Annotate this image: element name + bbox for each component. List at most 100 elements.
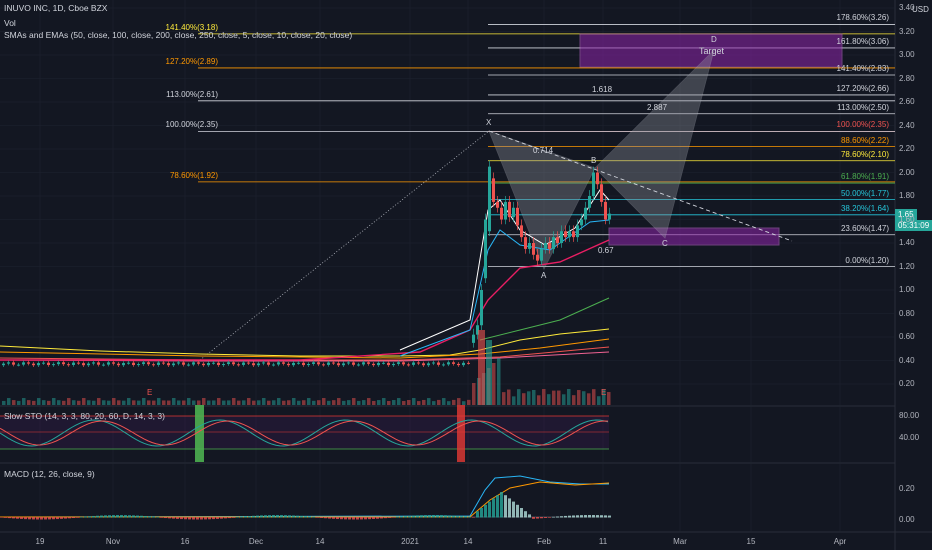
volume-bar — [407, 399, 411, 405]
chart-canvas[interactable] — [0, 0, 932, 550]
candle-body — [397, 362, 400, 364]
volume-bar — [302, 400, 306, 405]
volume-bar — [332, 400, 336, 405]
candle-body — [272, 364, 275, 366]
candle-body — [57, 362, 60, 365]
volume-bar — [557, 390, 561, 405]
candle-body — [182, 362, 185, 365]
candle-body — [137, 364, 140, 366]
price-tick-label: 2.80 — [899, 73, 915, 83]
price-tick-label: 0.60 — [899, 332, 915, 341]
macd-histogram-bar — [220, 517, 223, 519]
earnings-marker-2[interactable]: E — [601, 388, 606, 398]
volume-bar — [422, 399, 426, 405]
macd-histogram-bar — [368, 517, 371, 520]
macd-histogram-bar — [232, 517, 235, 518]
ma-line-green — [479, 297, 610, 341]
volume-bar — [382, 398, 386, 405]
ratio-xad-label: 2.887 — [647, 103, 668, 112]
candle-body — [17, 364, 20, 366]
candle-body — [447, 362, 450, 365]
candle-body — [342, 363, 345, 366]
volume-bar — [72, 400, 76, 405]
macd-histogram-bar — [488, 501, 491, 518]
macd-histogram-bar — [136, 515, 139, 518]
candle-body — [212, 362, 215, 364]
macd-histogram-bar — [588, 515, 591, 518]
candle-body — [122, 363, 125, 366]
symbol-legend[interactable]: INUVO INC, 1D, Cboe BZX — [4, 3, 107, 14]
volume-bar — [262, 398, 266, 405]
macd-histogram-bar — [376, 517, 379, 519]
fib-level-label: 50.00%(1.77) — [840, 188, 889, 198]
volume-bar — [127, 398, 131, 405]
volume-bar — [37, 398, 41, 405]
macd-histogram-bar — [572, 515, 575, 518]
macd-axis-label: 0.00 — [899, 515, 915, 524]
volume-bar — [167, 400, 171, 405]
macd-histogram-bar — [480, 508, 483, 518]
macd-histogram-bar — [160, 517, 163, 518]
volume-bar — [7, 398, 11, 405]
chart-root[interactable]: INUVO INC, 1D, Cboe BZX Vol SMAs and EMA… — [0, 0, 932, 550]
volume-bar — [207, 400, 211, 405]
macd-histogram-bar — [468, 516, 471, 518]
candle-body — [516, 207, 519, 226]
volume-legend[interactable]: Vol — [4, 18, 16, 29]
macd-histogram-bar — [256, 515, 259, 518]
price-tick-label: 1.00 — [899, 285, 915, 294]
volume-bar — [267, 400, 271, 405]
volume-bar — [272, 400, 276, 405]
macd-histogram-bar — [92, 515, 95, 518]
macd-histogram-bar — [548, 517, 551, 518]
target-label: Target — [699, 46, 725, 56]
macd-histogram-bar — [56, 517, 59, 520]
candle-body — [217, 362, 220, 366]
macd-histogram-bar — [276, 515, 279, 518]
volume-bar — [497, 358, 501, 405]
macd-histogram-bar — [404, 516, 407, 518]
candle-body — [27, 362, 30, 364]
candle-body — [287, 363, 290, 366]
volume-bar — [297, 400, 301, 405]
macd-histogram-bar — [36, 517, 39, 520]
macd-legend[interactable]: MACD (12, 26, close, 9) — [4, 469, 95, 480]
macd-histogram-bar — [524, 511, 527, 518]
macd-histogram-bar — [408, 515, 411, 518]
macd-histogram-bar — [608, 515, 611, 518]
macd-histogram-bar — [452, 515, 455, 518]
macd-histogram-bar — [152, 516, 155, 518]
candle-body — [12, 362, 15, 365]
macd-histogram-bar — [420, 515, 423, 518]
macd-histogram-bar — [448, 515, 451, 518]
volume-bar — [432, 401, 436, 405]
volume-bar — [397, 398, 401, 405]
volume-bar — [197, 400, 201, 405]
volume-bar — [357, 400, 361, 405]
volume-bar — [122, 400, 126, 405]
macd-histogram-bar — [604, 515, 607, 518]
candle-body — [604, 201, 607, 220]
candle-body — [227, 362, 230, 365]
volume-bar — [527, 391, 531, 405]
candle-body — [492, 178, 495, 202]
macd-histogram-bar — [436, 515, 439, 518]
macd-histogram-bar — [228, 517, 231, 519]
volume-bar — [212, 400, 216, 405]
volume-bar — [367, 398, 371, 405]
macd-histogram-bar — [128, 515, 131, 518]
earnings-marker-1[interactable]: E — [147, 388, 152, 398]
candle-body — [82, 363, 85, 366]
time-tick-label: Dec — [248, 537, 264, 546]
macd-histogram-bar — [596, 515, 599, 518]
volume-bar — [27, 400, 31, 405]
volume-bar — [392, 400, 396, 405]
candle-body — [580, 219, 583, 226]
macd-histogram-bar — [8, 517, 11, 519]
macd-histogram-bar — [216, 517, 219, 519]
volume-bar — [532, 389, 536, 405]
volume-bar — [177, 400, 181, 405]
volume-bar — [132, 400, 136, 405]
volume-bar — [342, 400, 346, 405]
sto-legend[interactable]: Slow STO (14, 3, 3, 80, 20, 60, D, 14, 3… — [4, 411, 165, 422]
